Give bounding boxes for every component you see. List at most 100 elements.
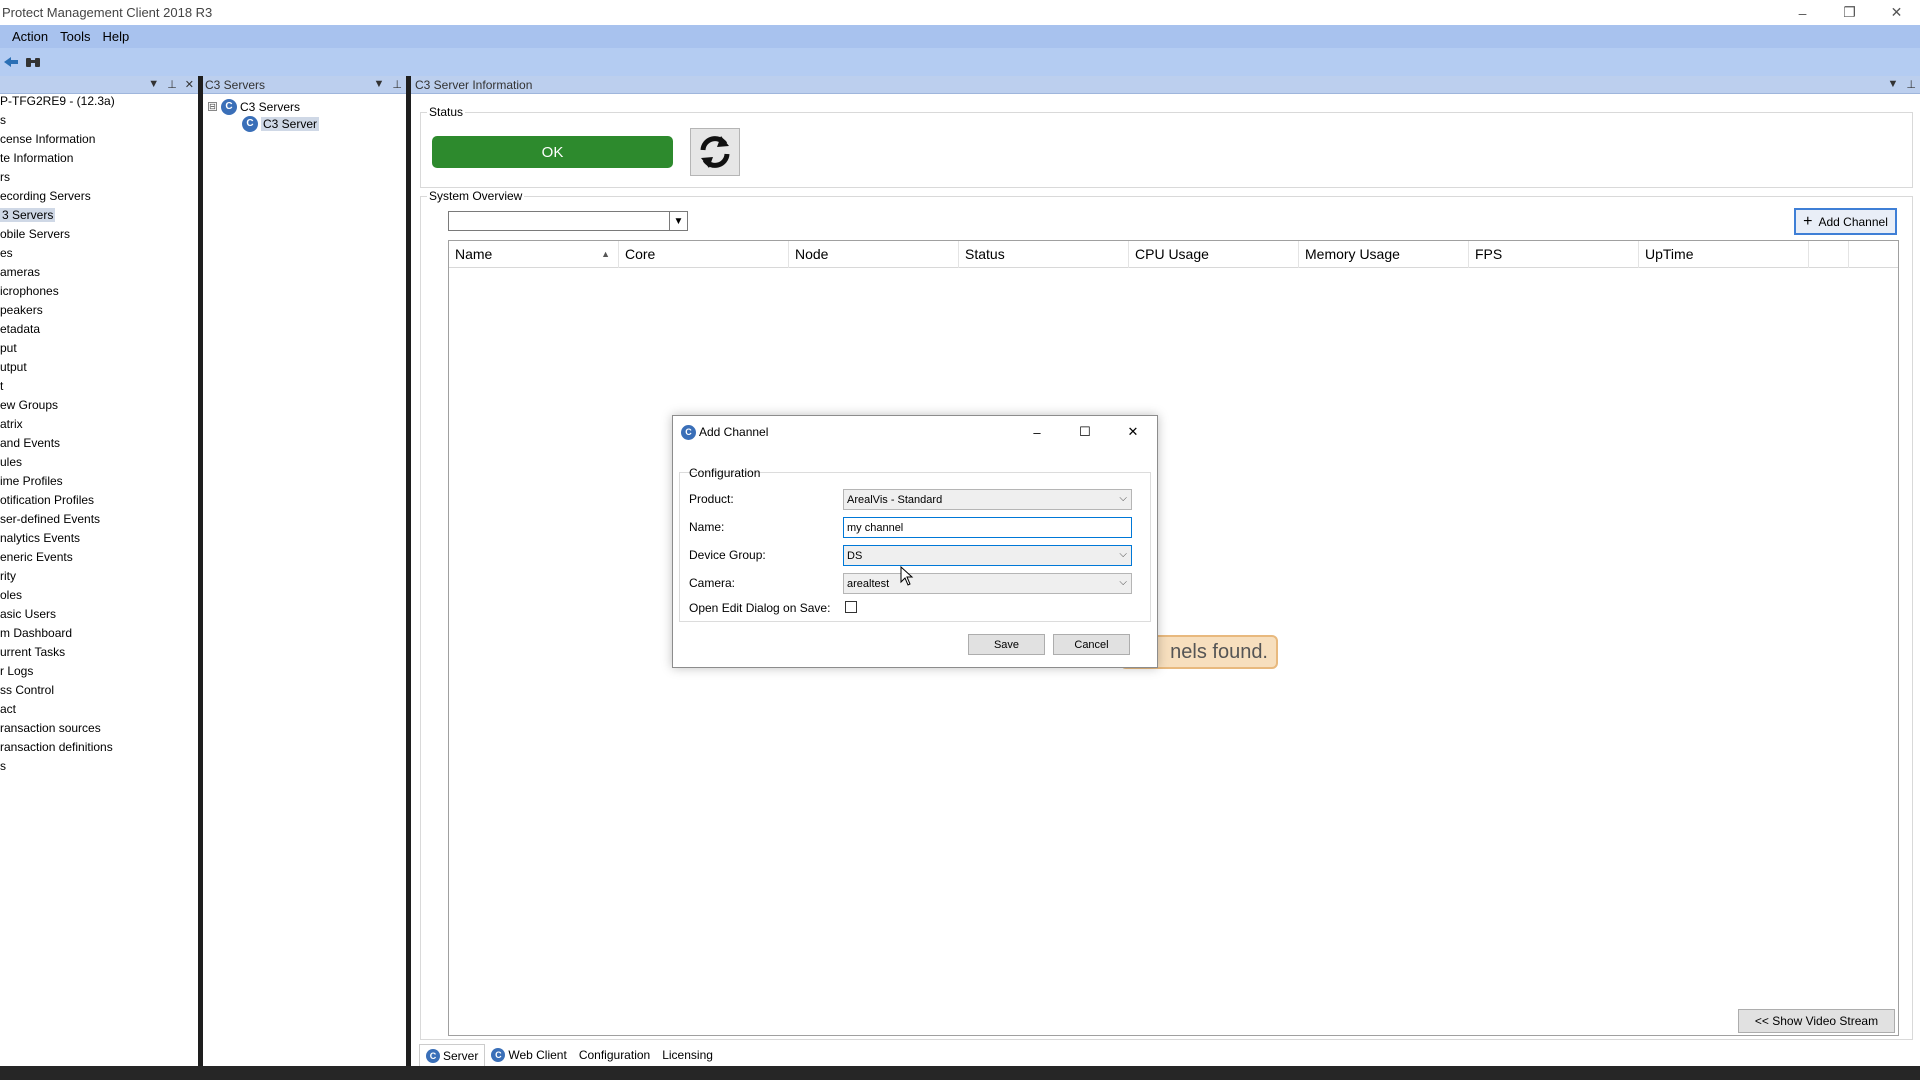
add-channel-button[interactable]: + Add Channel — [1794, 208, 1897, 235]
nav-item[interactable]: eneric Events — [0, 548, 198, 567]
col-status[interactable]: Status — [959, 241, 1129, 268]
tab-web-client[interactable]: C Web Client — [485, 1044, 572, 1066]
nav-item[interactable]: ss Control — [0, 681, 198, 700]
pin-icon[interactable]: ⊥ — [163, 78, 181, 91]
nav-item[interactable]: ules — [0, 453, 198, 472]
col-node[interactable]: Node — [789, 241, 959, 268]
col-cpu-usage[interactable]: CPU Usage — [1129, 241, 1299, 268]
toolbar — [0, 48, 1920, 76]
c3-logo-icon: C — [426, 1048, 440, 1063]
menu-help[interactable]: Help — [97, 29, 136, 44]
grid-header: Name ▲ Core Node Status CPU Usage Memory … — [449, 241, 1898, 268]
tab-configuration[interactable]: Configuration — [573, 1044, 656, 1066]
nav-item[interactable]: ransaction definitions — [0, 738, 198, 757]
nav-item[interactable]: ser-defined Events — [0, 510, 198, 529]
col-name[interactable]: Name ▲ — [449, 241, 619, 268]
nav-item[interactable]: utput — [0, 358, 198, 377]
restore-button[interactable]: ❐ — [1826, 0, 1873, 25]
pane-dropdown-icon[interactable]: ▼ — [1884, 78, 1903, 91]
filter-combo[interactable]: ▼ — [448, 211, 688, 231]
show-video-stream-button[interactable]: << Show Video Stream — [1738, 1009, 1895, 1033]
name-input[interactable]: my channel — [843, 517, 1132, 538]
close-icon[interactable]: ✕ — [181, 78, 198, 91]
tree-node-c3-servers[interactable]: ⊟ C C3 Servers — [208, 98, 319, 115]
col-uptime[interactable]: UpTime — [1639, 241, 1809, 268]
c3-servers-pane-title: C3 Servers — [205, 77, 266, 92]
nav-item[interactable]: t — [0, 377, 198, 396]
device-group-select[interactable]: DS ⌵ — [843, 545, 1132, 566]
nav-item[interactable]: nalytics Events — [0, 529, 198, 548]
menu-tools[interactable]: Tools — [54, 29, 96, 44]
site-navigation-tree: P-TFG2RE9 - (12.3a) s cense Information … — [0, 94, 198, 776]
save-button[interactable]: Save — [968, 634, 1045, 655]
nav-root[interactable]: P-TFG2RE9 - (12.3a) — [0, 92, 198, 111]
pane-splitter[interactable] — [406, 76, 411, 1066]
nav-item[interactable]: s — [0, 757, 198, 776]
nav-item[interactable]: oles — [0, 586, 198, 605]
add-channel-dialog: C Add Channel – ☐ ✕ — [672, 415, 1158, 668]
nav-item[interactable]: urrent Tasks — [0, 643, 198, 662]
product-select[interactable]: ArealVis - Standard ⌵ — [843, 489, 1132, 510]
menu-action[interactable]: Action — [0, 29, 54, 44]
nav-item[interactable]: asic Users — [0, 605, 198, 624]
nav-item[interactable]: m Dashboard — [0, 624, 198, 643]
nav-item[interactable]: ecording Servers — [0, 187, 198, 206]
close-button[interactable]: ✕ — [1873, 0, 1920, 25]
pane-dropdown-icon[interactable]: ▼ — [370, 78, 389, 91]
pane-splitter[interactable] — [198, 76, 203, 1066]
nav-item[interactable]: and Events — [0, 434, 198, 453]
c3-logo-icon: C — [221, 98, 237, 115]
dialog-title: Add Channel — [699, 425, 769, 439]
pin-icon[interactable]: ⊥ — [388, 78, 406, 91]
nav-item[interactable]: te Information — [0, 149, 198, 168]
nav-item[interactable]: rs — [0, 168, 198, 187]
nav-item[interactable]: cense Information — [0, 130, 198, 149]
nav-item[interactable]: otification Profiles — [0, 491, 198, 510]
col-extra — [1809, 241, 1849, 268]
maximize-icon[interactable]: ☐ — [1061, 416, 1109, 448]
tree-node-c3-server[interactable]: C C3 Server — [208, 115, 320, 132]
minimize-icon[interactable]: – — [1013, 416, 1061, 448]
nav-item[interactable]: atrix — [0, 415, 198, 434]
open-edit-dialog-checkbox[interactable] — [845, 601, 857, 613]
nav-item[interactable]: rity — [0, 567, 198, 586]
product-label: Product: — [689, 492, 734, 506]
close-icon[interactable]: ✕ — [1109, 416, 1157, 448]
minimize-button[interactable]: – — [1779, 0, 1826, 25]
pane-dropdown-icon[interactable]: ▼ — [144, 78, 163, 91]
nav-item[interactable]: ransaction sources — [0, 719, 198, 738]
refresh-button[interactable] — [690, 128, 740, 176]
nav-item[interactable]: s — [0, 111, 198, 130]
nav-item[interactable]: icrophones — [0, 282, 198, 301]
camera-select[interactable]: arealtest ⌵ — [843, 573, 1132, 594]
col-core[interactable]: Core — [619, 241, 789, 268]
nav-item[interactable]: etadata — [0, 320, 198, 339]
nav-item[interactable]: r Logs — [0, 662, 198, 681]
dialog-controls: – ☐ ✕ — [1013, 416, 1157, 448]
tab-server[interactable]: C Server — [419, 1044, 486, 1066]
device-group-label: Device Group: — [689, 548, 766, 562]
window-controls: – ❐ ✕ — [1779, 0, 1920, 25]
nav-item[interactable]: ew Groups — [0, 396, 198, 415]
nav-item[interactable]: ime Profiles — [0, 472, 198, 491]
nav-item[interactable]: es — [0, 244, 198, 263]
col-memory-usage[interactable]: Memory Usage — [1299, 241, 1469, 268]
filter-icon[interactable]: ▼ — [669, 212, 687, 230]
tab-licensing[interactable]: Licensing — [656, 1044, 719, 1066]
nav-item-c3-servers[interactable]: 3 Servers — [0, 206, 198, 225]
c3-servers-tree: ⊟ C C3 Servers C C3 Server — [208, 98, 320, 132]
back-icon[interactable] — [0, 51, 22, 73]
refresh-icon — [700, 136, 730, 168]
nav-item[interactable]: act — [0, 700, 198, 719]
nav-item[interactable]: obile Servers — [0, 225, 198, 244]
nav-item[interactable]: ameras — [0, 263, 198, 282]
nav-item[interactable]: peakers — [0, 301, 198, 320]
col-fps[interactable]: FPS — [1469, 241, 1639, 268]
binoculars-icon[interactable] — [22, 51, 44, 73]
nav-item[interactable]: put — [0, 339, 198, 358]
cancel-button[interactable]: Cancel — [1053, 634, 1130, 655]
pin-icon[interactable]: ⊥ — [1902, 78, 1920, 91]
collapse-icon[interactable]: ⊟ — [208, 102, 217, 111]
bottom-strip — [0, 1066, 1920, 1080]
menu-bar: Action Tools Help — [0, 25, 1920, 48]
